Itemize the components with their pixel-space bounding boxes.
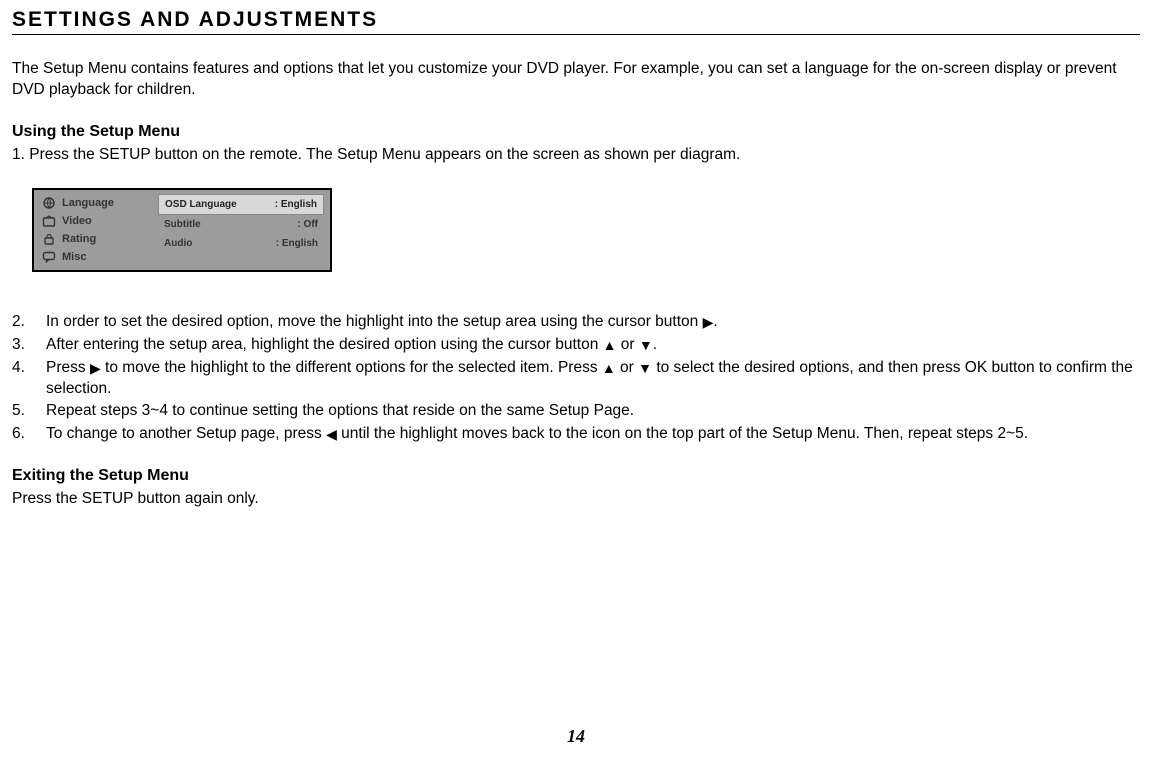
steps-list: In order to set the desired option, move… (12, 312, 1140, 446)
option-label: OSD Language (165, 199, 237, 210)
step-5: Repeat steps 3~4 to continue setting the… (12, 401, 1140, 422)
exiting-text: Press the SETUP button again only. (12, 489, 1140, 510)
up-arrow-icon: ▲ (603, 337, 617, 353)
right-arrow-icon: ▶ (703, 314, 714, 330)
lock-icon (42, 233, 56, 245)
menu-label-language: Language (62, 197, 114, 209)
setup-menu-right-column: OSD Language : English Subtitle : Off Au… (152, 190, 330, 270)
menu-item-misc: Misc (34, 248, 152, 266)
option-value: : English (275, 199, 317, 210)
setup-menu-diagram: Language Video Rating Misc OSD Language … (32, 188, 332, 272)
menu-label-video: Video (62, 215, 92, 227)
option-label: Subtitle (164, 219, 201, 230)
down-arrow-icon: ▼ (639, 337, 653, 353)
step-1: 1. Press the SETUP button on the remote.… (12, 145, 1140, 166)
option-label: Audio (164, 238, 192, 249)
step-4: Press ▶ to move the highlight to the dif… (12, 358, 1140, 400)
step-2: In order to set the desired option, move… (12, 312, 1140, 333)
using-setup-title: Using the Setup Menu (12, 123, 1140, 141)
intro-text: The Setup Menu contains features and opt… (12, 59, 1140, 101)
down-arrow-icon: ▼ (638, 360, 652, 376)
menu-item-language: Language (34, 194, 152, 212)
tv-icon (42, 215, 56, 227)
section-title: SETTINGS AND ADJUSTMENTS (12, 8, 1140, 35)
left-arrow-icon: ◀ (326, 426, 337, 442)
option-value: : Off (297, 219, 318, 230)
menu-item-rating: Rating (34, 230, 152, 248)
option-audio: Audio : English (158, 234, 324, 253)
page-number: 14 (0, 726, 1152, 747)
menu-label-rating: Rating (62, 233, 96, 245)
right-arrow-icon: ▶ (90, 360, 101, 376)
setup-menu-left-column: Language Video Rating Misc (34, 190, 152, 270)
option-subtitle: Subtitle : Off (158, 215, 324, 234)
up-arrow-icon: ▲ (602, 360, 616, 376)
step-6: To change to another Setup page, press ◀… (12, 424, 1140, 445)
exiting-title: Exiting the Setup Menu (12, 467, 1140, 485)
option-osd-language: OSD Language : English (158, 194, 324, 215)
speech-icon (42, 251, 56, 263)
menu-item-video: Video (34, 212, 152, 230)
step-3: After entering the setup area, highlight… (12, 335, 1140, 356)
globe-icon (42, 197, 56, 209)
menu-label-misc: Misc (62, 251, 86, 263)
option-value: : English (276, 238, 318, 249)
